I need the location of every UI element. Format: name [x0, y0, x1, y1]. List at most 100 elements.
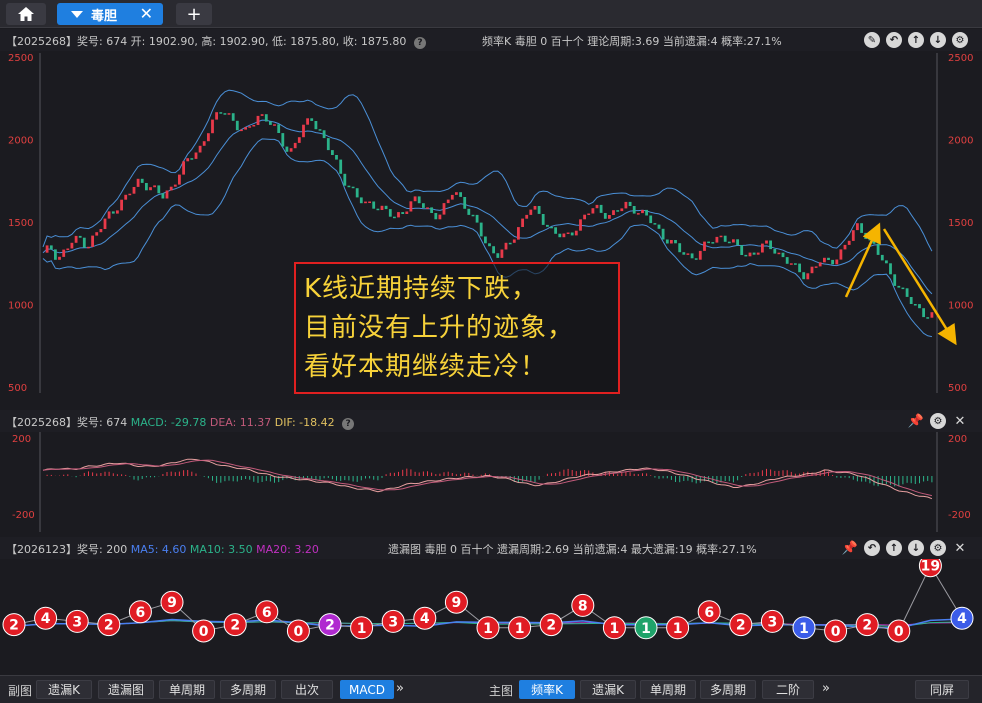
candle [380, 205, 384, 210]
more-main-icon[interactable]: » [822, 681, 830, 696]
miss-dot-label: 1 [673, 621, 683, 637]
candle [207, 133, 210, 142]
miss-info: 【2026123】奖号: 200 MA5: 4.60 MA10: 3.50 MA… [6, 541, 319, 557]
candle [620, 208, 624, 212]
miss-dot-label: 2 [736, 618, 746, 634]
candle [393, 216, 396, 219]
arrow-down-icon[interactable]: ↓ [908, 540, 924, 556]
close-tab-icon[interactable]: ✕ [140, 4, 153, 23]
pen-icon[interactable]: ✎ [864, 32, 880, 48]
dif-value: DIF: -18.42 [274, 416, 335, 429]
candle [570, 232, 574, 236]
help-icon[interactable]: ? [413, 37, 426, 49]
candle [537, 206, 541, 214]
candle [533, 206, 537, 210]
miss-header: 【2026123】奖号: 200 MA5: 4.60 MA10: 3.50 MA… [0, 537, 982, 559]
close-icon[interactable]: ✕ [952, 413, 968, 429]
back-icon[interactable]: ↶ [886, 32, 902, 48]
main-chart-btn-1[interactable]: 遗漏K [580, 680, 636, 699]
candle [889, 263, 892, 275]
candle [66, 248, 70, 250]
help-icon[interactable]: ? [342, 418, 355, 430]
candle [794, 263, 797, 265]
candle [475, 214, 479, 223]
candle [264, 114, 268, 122]
candle [95, 232, 99, 236]
sub-chart-btn-4[interactable]: 出次 [281, 680, 333, 699]
y-tick-left: 500 [8, 383, 27, 394]
candle [339, 159, 343, 174]
candle [843, 244, 847, 250]
candle [107, 211, 111, 219]
main-chart-btn-0[interactable]: 频率K [519, 680, 575, 699]
y-tick-right: 500 [948, 383, 967, 394]
sub-chart-btn-1[interactable]: 遗漏图 [98, 680, 154, 699]
macd-chart[interactable]: 200 200 -200 -200 [0, 432, 982, 534]
settings-icon[interactable]: ⚙ [930, 540, 946, 556]
add-tab-button[interactable]: + [176, 3, 212, 25]
y-tick-left: 2000 [8, 136, 33, 147]
candle [603, 213, 607, 219]
settings-icon[interactable]: ⚙ [930, 413, 946, 429]
candle [657, 224, 661, 229]
candle [314, 121, 318, 130]
candle [698, 250, 702, 260]
candle [930, 312, 934, 318]
app-window: 毒胆 ✕ + 【2025268】奖号: 674 开: 1902.90, 高: 1… [0, 0, 982, 703]
bottom-toolbar: 副图 遗漏K 遗漏图 单周期 多周期 出次 MACD » 主图 频率K 遗漏K 单周期 多周期二… [0, 675, 982, 703]
miss-chart[interactable]: 2 4 3 2 6 9 0 2 6 0 2 1 3 4 9 1 1 2 8 1 1 1 6 2 3 1 0 2 0 19 4 [0, 559, 982, 673]
candle [827, 257, 830, 260]
kline-info: 【2025268】奖号: 674 开: 1902.90, 高: 1902.90,… [6, 33, 426, 49]
miss-dot-label: 6 [136, 605, 146, 621]
candle [202, 141, 206, 146]
candle [541, 214, 545, 225]
close-icon[interactable]: ✕ [952, 540, 968, 556]
tab-dudan[interactable]: 毒胆 ✕ [57, 3, 163, 25]
macd-header: 【2025268】奖号: 674 MACD: -29.78 DEA: 11.37… [0, 410, 982, 432]
home-button[interactable] [6, 3, 46, 25]
candle [690, 253, 694, 259]
sub-chart-btn-0[interactable]: 遗漏K [36, 680, 92, 699]
sub-chart-btn-5[interactable]: MACD [340, 680, 394, 699]
candle [128, 193, 132, 196]
back-icon[interactable]: ↶ [864, 540, 880, 556]
candle [244, 127, 247, 130]
candle [707, 241, 710, 244]
candle [384, 205, 388, 210]
y-tick-left: 2500 [8, 53, 33, 64]
miss-dot-label: 2 [104, 618, 114, 634]
candle [277, 124, 281, 133]
candle [409, 201, 413, 212]
arrow-up-icon[interactable]: ↑ [886, 540, 902, 556]
candle [674, 240, 677, 244]
candle [789, 263, 793, 265]
y-tick-right: 1500 [948, 218, 973, 229]
fullscreen-button[interactable]: 同屏 [915, 680, 969, 699]
miss-dot-label: 9 [167, 595, 177, 611]
candle [260, 114, 264, 116]
candle [802, 272, 806, 280]
sub-chart-btn-2[interactable]: 单周期 [159, 680, 215, 699]
dea-value: DEA: 11.37 [209, 416, 272, 429]
candle [736, 239, 739, 246]
main-chart-btn-4[interactable]: 二阶 [762, 680, 814, 699]
ma5-value: MA5: 4.60 [130, 543, 187, 556]
candle [715, 236, 719, 243]
candle [99, 229, 103, 233]
candle [595, 204, 599, 209]
settings-icon[interactable]: ⚙ [952, 32, 968, 48]
sub-chart-btn-3[interactable]: 多周期 [220, 680, 276, 699]
main-chart-btn-3[interactable]: 多周期 [700, 680, 756, 699]
main-chart-btn-2[interactable]: 单周期 [640, 680, 696, 699]
candle [326, 138, 330, 151]
arrow-down-icon[interactable]: ↓ [930, 32, 946, 48]
candle [864, 232, 868, 239]
arrow-up-icon[interactable]: ↑ [908, 32, 924, 48]
candle [463, 197, 467, 209]
candle [198, 145, 202, 153]
candle [905, 288, 909, 297]
pin-icon[interactable]: 📌 [842, 540, 858, 556]
pin-icon[interactable]: 📌 [908, 413, 924, 429]
more-sub-icon[interactable]: » [396, 681, 404, 696]
miss-dot-label: 0 [199, 624, 209, 640]
